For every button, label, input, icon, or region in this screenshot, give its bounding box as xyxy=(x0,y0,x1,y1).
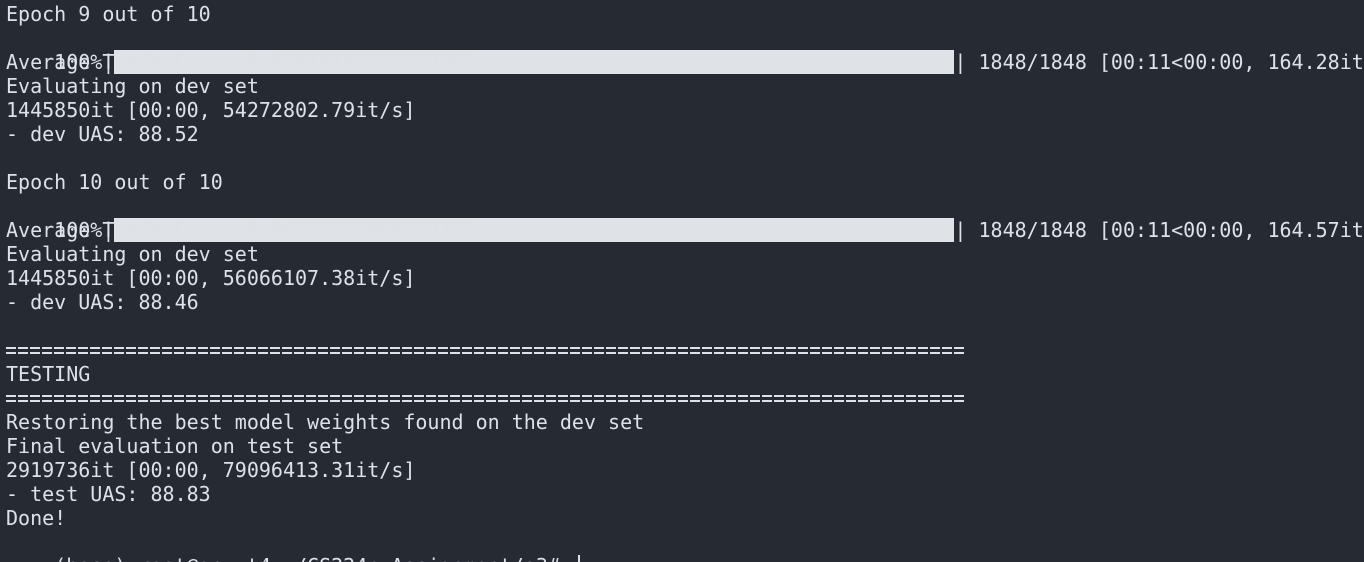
final-eval-message: Final evaluation on test set xyxy=(6,434,344,458)
epoch-10-progress-line: 100%| | 1848/1848 [00:11<00:00, 164.57it/… xyxy=(6,194,1364,242)
done-message: Done! xyxy=(6,506,67,530)
epoch-9-eval-stats: 1445850it [00:00, 54272802.79it/s] xyxy=(6,98,416,122)
terminal-window[interactable]: Epoch 9 out of 10 100%| | 1848/1848 [00:1… xyxy=(0,0,1364,562)
epoch-10-train-loss: Average Train Loss: 0.06722322904033126 xyxy=(6,218,476,242)
epoch-9-train-loss: Average Train Loss: 0.07016160760228059 xyxy=(6,50,476,74)
epoch-10-dev-uas: - dev UAS: 88.46 xyxy=(6,290,199,314)
divider-rule xyxy=(6,344,966,356)
epoch-9-dev-uas: - dev UAS: 88.52 xyxy=(6,122,199,146)
divider-rule xyxy=(6,392,966,404)
progress-bar-right-edge: | xyxy=(954,218,979,242)
epoch-10-progress-stats: 1848/1848 [00:11<00:00, 164.57it/s] xyxy=(978,218,1364,242)
divider-line-bottom xyxy=(6,386,966,410)
shell-prompt: (base) root@gpu-t4:~/CS224n-Assignment/a… xyxy=(54,554,572,562)
divider-line-top xyxy=(6,338,966,362)
shell-prompt-line[interactable]: (base) root@gpu-t4:~/CS224n-Assignment/a… xyxy=(6,530,580,562)
epoch-10-header: Epoch 10 out of 10 xyxy=(6,170,223,194)
epoch-9-evaluating: Evaluating on dev set xyxy=(6,74,259,98)
text-cursor xyxy=(577,555,580,562)
epoch-10-evaluating: Evaluating on dev set xyxy=(6,242,259,266)
test-eval-stats: 2919736it [00:00, 79096413.31it/s] xyxy=(6,458,416,482)
testing-title: TESTING xyxy=(6,362,91,386)
epoch-10-eval-stats: 1445850it [00:00, 56066107.38it/s] xyxy=(6,266,416,290)
epoch-9-progress-line: 100%| | 1848/1848 [00:11<00:00, 164.28it/… xyxy=(6,26,1364,74)
progress-bar-right-edge: | xyxy=(954,50,979,74)
epoch-9-progress-stats: 1848/1848 [00:11<00:00, 164.28it/s] xyxy=(978,50,1364,74)
epoch-9-header: Epoch 9 out of 10 xyxy=(6,2,211,26)
test-uas: - test UAS: 88.83 xyxy=(6,482,211,506)
restoring-message: Restoring the best model weights found o… xyxy=(6,410,645,434)
